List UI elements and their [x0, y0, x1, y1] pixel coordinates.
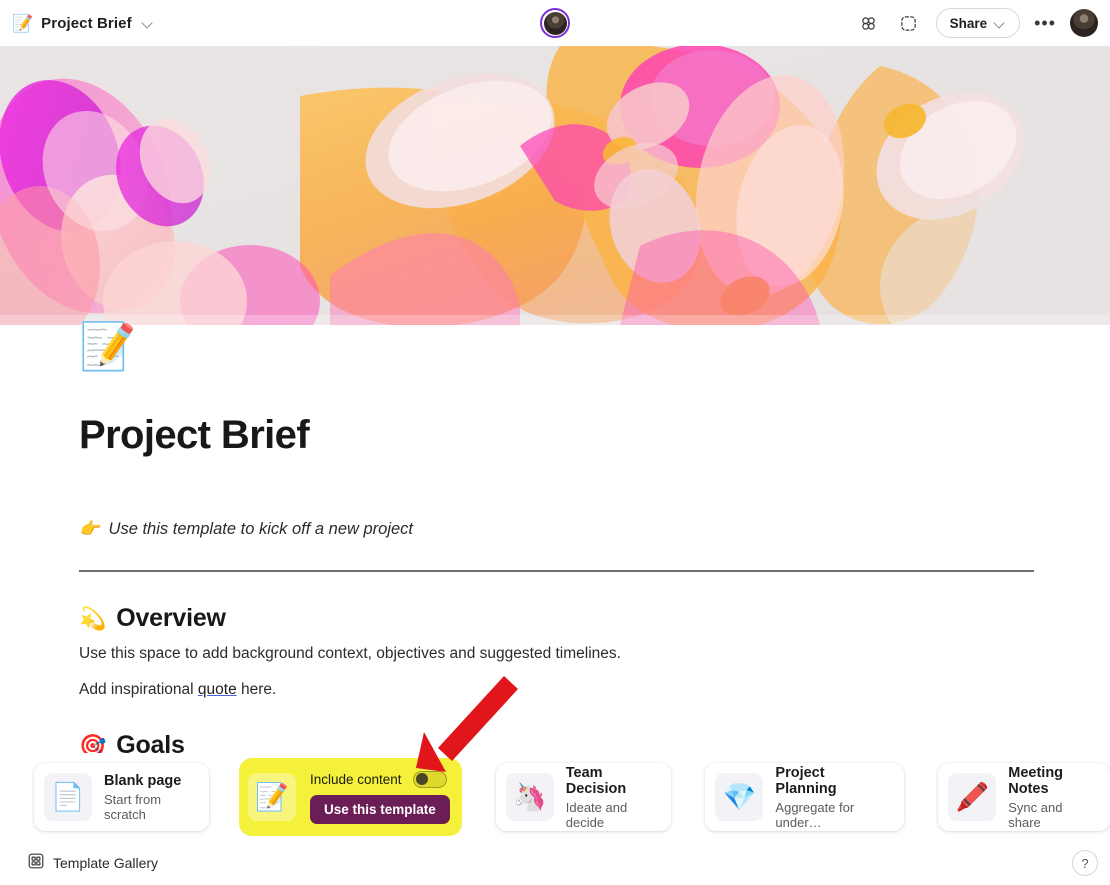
presence-avatar[interactable]: [540, 8, 570, 38]
template-card-title: Blank page: [104, 772, 182, 789]
template-card-team-decision[interactable]: 🦄 Team Decision Ideate and decide: [495, 763, 672, 831]
more-options-button[interactable]: •••: [1034, 14, 1056, 32]
page-icon[interactable]: 📝: [79, 323, 136, 369]
help-button[interactable]: ?: [1072, 850, 1098, 876]
chevron-down-icon[interactable]: [142, 17, 154, 29]
page-subtitle-text: Use this template to kick off a new proj…: [108, 520, 414, 538]
template-card-subtitle: Start from scratch: [104, 791, 162, 822]
template-card-project-planning[interactable]: 💎 Project Planning Aggregate for under…: [705, 763, 905, 831]
template-gallery-button[interactable]: Template Gallery: [28, 853, 158, 874]
titlebar-actions: Share •••: [856, 8, 1098, 38]
page-title[interactable]: Project Brief: [79, 413, 1031, 458]
dashed-selection-icon[interactable]: [896, 10, 922, 36]
memo-icon: 📝: [12, 13, 34, 33]
quote-link[interactable]: quote: [198, 681, 237, 698]
page-content: Project Brief 👉 Use this template to kic…: [0, 413, 1110, 760]
unicorn-icon: 🦄: [505, 773, 554, 821]
app-window: 📝 Project Brief Share ••• 📝 Project Brie…: [0, 0, 1110, 885]
section-heading-overview-label: Overview: [116, 604, 226, 632]
document-title-group[interactable]: 📝 Project Brief: [12, 15, 154, 32]
template-bar: 📄 Blank page Start from scratch 📝 Includ…: [0, 753, 1110, 841]
apps-grid-icon[interactable]: [856, 10, 882, 36]
avatar-face: [543, 11, 567, 35]
cover-image[interactable]: [0, 46, 1110, 325]
template-card-text: Meeting Notes Sync and share: [1008, 765, 1094, 830]
template-card-title: Team Decision: [565, 764, 627, 797]
grid-gallery-icon: [28, 853, 44, 874]
page-body: 📝 Project Brief 👉 Use this template to k…: [0, 323, 1110, 760]
page-subtitle[interactable]: 👉 Use this template to kick off a new pr…: [79, 520, 1031, 539]
footer-bar: Template Gallery ?: [0, 841, 1110, 885]
toggle-knob: [415, 773, 428, 785]
template-card-subtitle: Sync and share: [1008, 799, 1063, 830]
template-card-text: Team Decision Ideate and decide: [566, 765, 656, 830]
include-content-label: Include content: [309, 771, 402, 787]
dizzy-icon: 💫: [79, 605, 107, 631]
chevron-down-icon: [994, 17, 1006, 29]
title-bar: 📝 Project Brief Share •••: [0, 0, 1110, 46]
template-card-controls: Include content Use this template: [309, 770, 450, 824]
share-button[interactable]: Share: [935, 8, 1021, 38]
overview-paragraph-2-suffix: here.: [236, 681, 277, 698]
template-card-subtitle: Aggregate for under…: [775, 799, 855, 830]
include-content-row[interactable]: Include content: [309, 770, 447, 788]
use-this-template-button[interactable]: Use this template: [309, 794, 450, 824]
pencil-icon: 🖍️: [948, 773, 997, 821]
overview-paragraph-2-prefix: Add inspirational: [79, 681, 198, 698]
template-card-title: Meeting Notes: [1008, 764, 1064, 797]
template-card-text: Blank page Start from scratch: [104, 773, 193, 822]
template-card-selected-project-brief[interactable]: 📝 Include content Use this template: [238, 758, 462, 836]
overview-paragraph-2[interactable]: Add inspirational quote here.: [79, 681, 1031, 699]
account-avatar[interactable]: [1070, 9, 1098, 37]
overview-paragraph-1[interactable]: Use this space to add background context…: [79, 645, 1031, 663]
page-facing-up-icon: 📄: [44, 773, 92, 821]
pointing-hand-icon: 👉: [79, 520, 100, 538]
template-gallery-label: Template Gallery: [53, 855, 159, 871]
template-card-meeting-notes[interactable]: 🖍️ Meeting Notes Sync and share: [938, 763, 1110, 831]
horizontal-divider: [79, 570, 1034, 572]
template-card-subtitle: Ideate and decide: [565, 799, 628, 830]
gem-stone-icon: 💎: [715, 773, 764, 821]
include-content-toggle[interactable]: [412, 770, 447, 788]
document-title: Project Brief: [41, 14, 132, 32]
memo-icon: 📝: [247, 773, 296, 821]
section-heading-overview[interactable]: 💫 Overview: [79, 604, 1031, 633]
template-card-title: Project Planning: [775, 764, 837, 797]
template-card-text: Project Planning Aggregate for under…: [775, 765, 888, 830]
template-card-blank-page[interactable]: 📄 Blank page Start from scratch: [34, 763, 209, 831]
share-button-label: Share: [949, 15, 988, 31]
